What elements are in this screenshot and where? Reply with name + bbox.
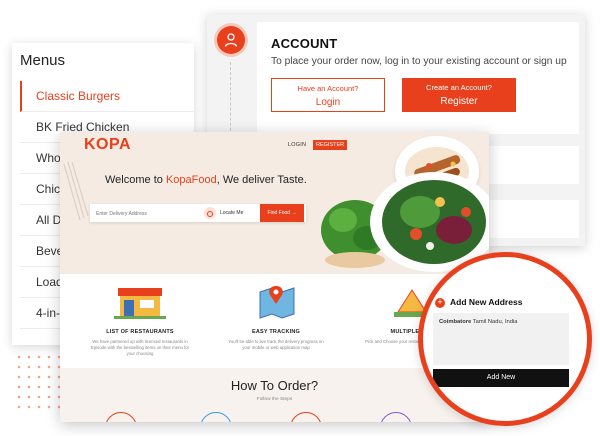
hero-headline: Welcome to KopaFood, We deliver Taste. [105, 174, 307, 186]
delivery-search-bar: Locate Me Find Food → [90, 204, 306, 224]
kopa-logo[interactable]: KOPA [84, 136, 131, 154]
add-address-title: Add New Address [450, 297, 523, 307]
account-card: ACCOUNT To place your order now, log in … [257, 22, 579, 134]
feature-card: LIST OF RESTAURANTS We have partnered up… [70, 282, 210, 357]
add-address-zoom-callout: + Add New Address Coimbatore Tamil Nadu,… [418, 252, 592, 426]
add-new-address-button[interactable]: Add New [433, 369, 569, 387]
find-food-button[interactable]: Find Food → [260, 204, 304, 222]
login-button[interactable]: Have an Account? Login [271, 78, 385, 112]
register-label: Register [440, 96, 478, 107]
salad-plate-image [370, 172, 489, 272]
account-title: ACCOUNT [271, 36, 338, 51]
login-label: Login [315, 97, 341, 108]
logo-text: KOPA [84, 136, 132, 153]
nav-register-button[interactable]: REGISTER [313, 140, 348, 150]
user-icon [217, 26, 245, 54]
login-prompt: Have an Account? [297, 84, 359, 93]
how-to-order-subtitle: Follow the Steps [256, 397, 293, 402]
feature-title: EASY TRACKING [251, 329, 301, 335]
fork-icon [63, 162, 89, 221]
restaurant-icon [114, 288, 166, 319]
locate-me-label[interactable]: Locate Me [220, 210, 243, 216]
map-tracking-icon [259, 286, 295, 319]
welcome-brand: KopaFood [165, 174, 217, 186]
address-field[interactable]: Coimbatore Tamil Nadu, India [433, 313, 569, 365]
how-to-order-title: How To Order? [230, 378, 319, 393]
address-region: Tamil Nadu, India [472, 319, 518, 325]
register-prompt: Create an Account? [426, 83, 492, 92]
kopafood-website: KOPA LOGIN REGISTER Welcome to KopaFood,… [60, 132, 489, 422]
feature-card: EASY TRACKING You'll be able to live tra… [206, 282, 346, 351]
nav-login-link[interactable]: LOGIN [288, 142, 306, 148]
feature-title: LIST OF RESTAURANTS [106, 329, 174, 335]
plus-icon: + [435, 298, 445, 308]
locate-icon[interactable] [204, 207, 216, 219]
address-city: Coimbatore [439, 319, 472, 325]
hero-section: KOPA LOGIN REGISTER Welcome to KopaFood,… [60, 132, 489, 274]
menu-item[interactable]: Classic Burgers [20, 81, 194, 112]
account-subtitle: To place your order now, log in to your … [271, 56, 567, 67]
register-button[interactable]: Create an Account? Register [402, 78, 516, 112]
menus-title: Menus [20, 52, 66, 69]
feature-description: You'll be able to live track the deliver… [228, 339, 324, 350]
welcome-prefix: Welcome to [105, 174, 166, 186]
welcome-suffix: , We deliver Taste. [216, 174, 307, 186]
feature-description: We have partnered up with licensed resta… [90, 339, 190, 356]
delivery-address-input[interactable] [90, 204, 208, 224]
address-value: Coimbatore Tamil Nadu, India [439, 319, 518, 325]
